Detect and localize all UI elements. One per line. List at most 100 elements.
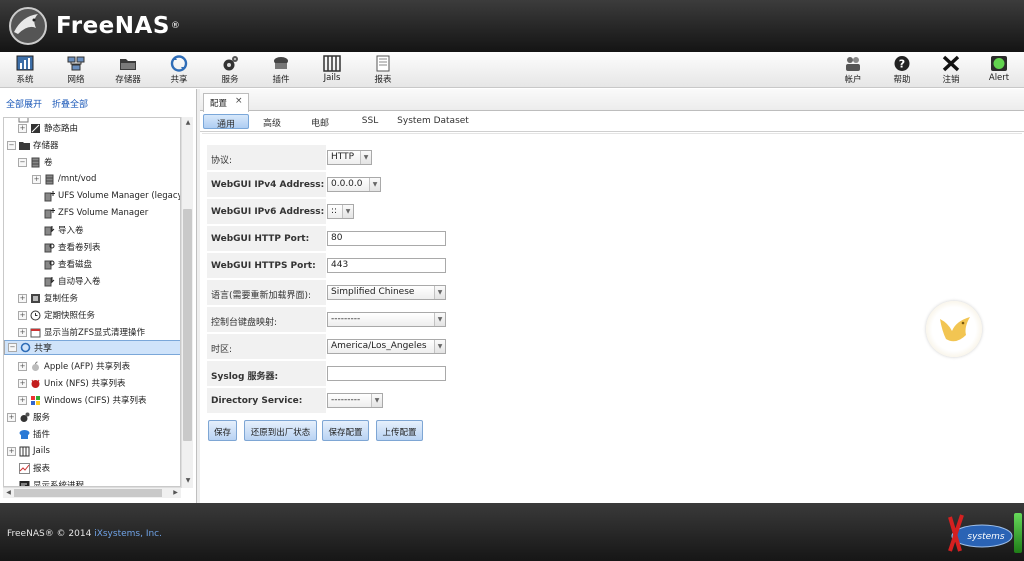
toolbar-plugins-button[interactable]: 插件 <box>259 55 303 87</box>
toolbar-help-button[interactable]: ? 帮助 <box>880 55 924 87</box>
tree-scroll-thumb[interactable] <box>183 209 192 441</box>
tree-collapse-toggle[interactable]: − <box>8 343 17 352</box>
tree-node-system-processes[interactable]: 显示系统进程 <box>4 477 180 487</box>
tree-node-services[interactable]: + 服务 <box>4 409 180 425</box>
directory-service-select[interactable]: --------- ▼ <box>327 393 383 408</box>
expand-all-link[interactable]: 全部展开 <box>6 100 42 110</box>
language-select[interactable]: Simplified Chinese ▼ <box>327 285 446 300</box>
tree-node-view-disks[interactable]: 查看磁盘 <box>4 256 180 272</box>
toolbar-alert-button[interactable]: Alert <box>977 55 1021 87</box>
tree-hscroll-thumb[interactable] <box>14 489 162 497</box>
tree-node-jails[interactable]: + Jails <box>4 443 180 459</box>
tree-node-mnt-vod[interactable]: + /mnt/vod <box>4 171 180 187</box>
tree-node-import-volume[interactable]: 导入卷 <box>4 222 180 238</box>
toolbar-jails-label: Jails <box>323 73 341 83</box>
bird-mascot-icon[interactable] <box>926 301 982 357</box>
keymap-select[interactable]: --------- ▼ <box>327 312 446 327</box>
tab-settings[interactable]: 配置 × <box>203 93 249 112</box>
toolbar-network-button[interactable]: 网络 <box>54 55 98 87</box>
tree-node-storage[interactable]: − 存储器 <box>4 137 180 153</box>
terminal-icon <box>19 480 30 486</box>
subtab-general[interactable]: 通用 <box>203 114 249 130</box>
tree-node-replication[interactable]: + 复制任务 <box>4 290 180 306</box>
tree-expand-toggle[interactable]: + <box>18 293 27 303</box>
ipv4-select[interactable]: 0.0.0.0 ▼ <box>327 177 381 192</box>
syslog-row: Syslog 服务器: <box>207 361 447 388</box>
tree-expand-toggle[interactable]: + <box>7 446 16 456</box>
account-icon <box>846 57 860 71</box>
toolbar-services-button[interactable]: 服务 <box>208 55 252 87</box>
tree-vertical-scrollbar[interactable]: ▲ ▼ <box>181 117 193 488</box>
toolbar-sharing-button[interactable]: 共享 <box>157 55 201 87</box>
subtab-advanced[interactable]: 高级 <box>255 114 289 129</box>
tree-expand-toggle[interactable]: + <box>18 327 27 337</box>
tree-node-nfs-shares[interactable]: + Unix (NFS) 共享列表 <box>4 375 180 391</box>
tree-expand-toggle[interactable]: + <box>18 378 27 388</box>
tree-node-cifs-shares[interactable]: + Windows (CIFS) 共享列表 <box>4 392 180 408</box>
tree-expand-toggle[interactable]: + <box>18 310 27 320</box>
scroll-left-arrow-icon[interactable]: ◀ <box>3 488 14 498</box>
scroll-up-arrow-icon[interactable]: ▲ <box>182 117 194 129</box>
timezone-select[interactable]: America/Los_Angeles ▼ <box>327 339 446 354</box>
tree-expand-toggle[interactable]: + <box>18 361 27 371</box>
tree-horizontal-scrollbar[interactable]: ◀ ▶ <box>3 487 181 498</box>
tree-node-zfs-scrub[interactable]: + 显示当前ZFS显式清理操作 <box>4 324 180 340</box>
tree-node-zfs-volume-manager[interactable]: ZFS Volume Manager <box>4 205 180 221</box>
chevron-down-icon: ▼ <box>342 205 353 218</box>
network-icon <box>67 56 85 71</box>
http-port-input[interactable]: 80 <box>327 231 446 246</box>
tree-node-label: Windows (CIFS) 共享列表 <box>44 396 147 406</box>
toolbar-storage-label: 存储器 <box>115 75 141 85</box>
tree-node-reports[interactable]: 报表 <box>4 460 180 476</box>
tree-node-afp-shares[interactable]: + Apple (AFP) 共享列表 <box>4 358 180 374</box>
tree-node-snapshot-tasks[interactable]: + 定期快照任务 <box>4 307 180 323</box>
factory-restore-button[interactable]: 还原到出厂状态 <box>244 420 317 441</box>
close-icon[interactable]: × <box>235 96 243 106</box>
jails-icon <box>19 446 30 457</box>
toolbar-jails-button[interactable]: Jails <box>310 55 354 87</box>
ipv6-label: WebGUI IPv6 Address: <box>207 199 326 224</box>
timezone-label: 时区: <box>207 334 326 359</box>
tree-node-sharing[interactable]: − 共享 <box>4 340 180 355</box>
tree-expand-toggle[interactable]: + <box>18 395 27 405</box>
tree-node-static-routes[interactable]: + 静态路由 <box>4 120 180 136</box>
tree-node-volumes[interactable]: − 卷 <box>4 154 180 170</box>
tree-node-view-volumes[interactable]: 查看卷列表 <box>4 239 180 255</box>
syslog-input[interactable] <box>327 366 446 381</box>
toolbar-logout-button[interactable]: 注销 <box>929 55 973 87</box>
scroll-down-arrow-icon[interactable]: ▼ <box>182 475 194 487</box>
collapse-all-link[interactable]: 折叠全部 <box>52 100 88 110</box>
tree-expand-toggle[interactable]: + <box>7 412 16 422</box>
tree-expand-toggle[interactable]: + <box>32 174 41 184</box>
tree-collapse-toggle[interactable]: − <box>7 140 16 150</box>
tree-node-plugins[interactable]: 插件 <box>4 426 180 442</box>
scroll-right-arrow-icon[interactable]: ▶ <box>170 488 181 498</box>
route-icon <box>30 123 41 134</box>
subtab-system-dataset[interactable]: System Dataset <box>393 114 473 129</box>
tree-expand-toggle[interactable]: + <box>18 123 27 133</box>
save-config-button[interactable]: 保存配置 <box>322 420 369 441</box>
language-label: 语言(需要重新加载界面): <box>207 280 326 305</box>
freenas-logo[interactable]: FreeNAS ® <box>8 6 180 46</box>
toolbar-reports-button[interactable]: 报表 <box>361 55 405 87</box>
tree-node-auto-import[interactable]: 自动导入卷 <box>4 273 180 289</box>
main-toolbar: 系统 网络 存储器 共享 服务 插件 Jails 报表 帐户 ? 帮助 注销 A… <box>0 52 1024 88</box>
upload-config-button[interactable]: 上传配置 <box>376 420 423 441</box>
syslog-label: Syslog 服务器: <box>207 361 326 386</box>
ixsystems-logo[interactable]: systems <box>944 511 1014 555</box>
subtab-email[interactable]: 电邮 <box>303 114 337 129</box>
tree-node-ufs-volume-manager[interactable]: UFS Volume Manager (legacy) <box>4 188 180 204</box>
toolbar-account-button[interactable]: 帐户 <box>831 55 875 87</box>
replication-icon <box>30 293 41 304</box>
ipv6-select[interactable]: :: ▼ <box>327 204 354 219</box>
toolbar-storage-button[interactable]: 存储器 <box>106 55 150 87</box>
tree-collapse-toggle[interactable]: − <box>18 157 27 167</box>
company-link[interactable]: iXsystems, Inc. <box>94 529 162 539</box>
subtab-ssl[interactable]: SSL <box>354 114 386 129</box>
protocol-select[interactable]: HTTP ▼ <box>327 150 372 165</box>
https-port-input[interactable]: 443 <box>327 258 446 273</box>
tree-node-label: 显示系统进程 <box>33 481 85 487</box>
navigation-sidebar: 全部展开 折叠全部 + 静态路由 − 存储器 − 卷 +/mnt/vod UFS Vol… <box>0 89 197 503</box>
save-button[interactable]: 保存 <box>208 420 237 441</box>
toolbar-system-button[interactable]: 系统 <box>3 55 47 87</box>
